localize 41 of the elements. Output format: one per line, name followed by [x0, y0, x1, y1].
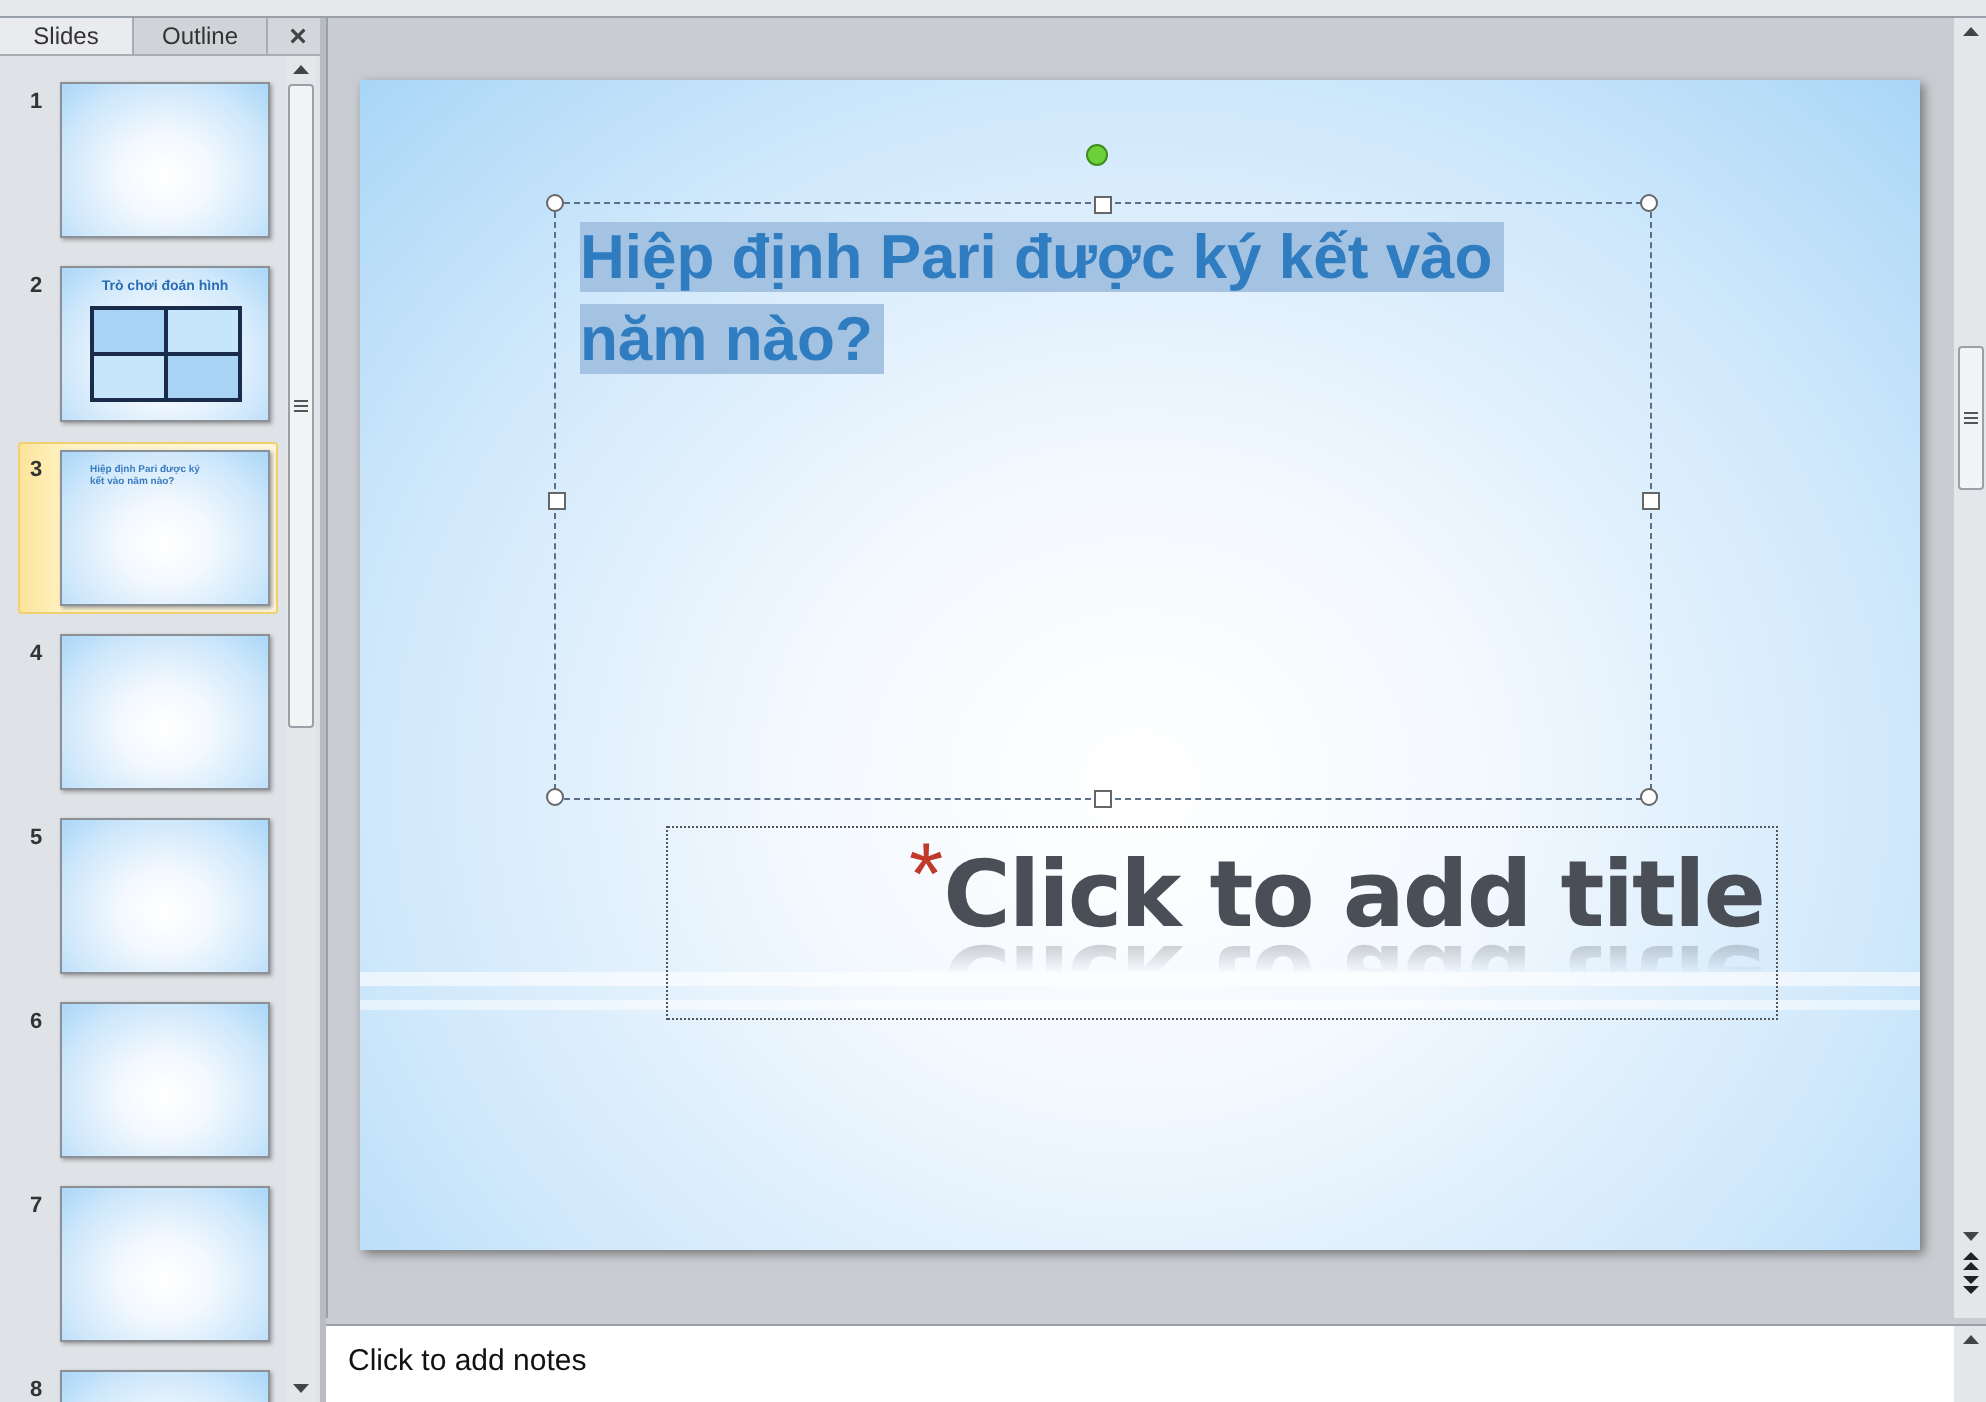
slide-number: 4 — [30, 642, 44, 666]
slide-thumbnail[interactable] — [60, 1186, 270, 1342]
resize-handle[interactable] — [1640, 788, 1658, 806]
resize-handle[interactable] — [1094, 790, 1112, 808]
grip-icon — [1963, 412, 1977, 424]
resize-handle[interactable] — [548, 492, 566, 510]
scrollbar[interactable] — [286, 56, 316, 1402]
slide-number: 6 — [30, 1010, 44, 1034]
notes-placeholder: Click to add notes — [346, 1342, 589, 1382]
slide-list-item[interactable]: 1 — [18, 74, 278, 246]
resize-handle[interactable] — [546, 788, 564, 806]
title-text: Click to add title — [943, 840, 1764, 948]
slide-thumbnail[interactable] — [60, 634, 270, 790]
slide-list-item[interactable]: 6 — [18, 994, 278, 1166]
slide-thumbnail[interactable] — [60, 818, 270, 974]
slide-thumbnail[interactable] — [60, 82, 270, 238]
animation-mark: * — [908, 832, 944, 920]
resize-handle[interactable] — [1642, 492, 1660, 510]
grip-icon — [294, 400, 308, 412]
previous-slide-icon[interactable] — [1961, 1250, 1979, 1274]
slide-number: 3 — [30, 458, 44, 482]
slide-list-item[interactable]: 8 — [18, 1362, 278, 1402]
slide-list-item[interactable]: 4 — [18, 626, 278, 798]
scrollbar[interactable] — [1954, 18, 1986, 1318]
resize-handle[interactable] — [1094, 196, 1112, 214]
close-button[interactable]: × — [276, 18, 320, 54]
slide-number: 8 — [30, 1378, 44, 1402]
notes-pane[interactable]: Click to add notes — [326, 1324, 1986, 1402]
slide-list-item[interactable]: 5 — [18, 810, 278, 982]
title-placeholder[interactable]: *Click to add title — [666, 826, 1778, 1020]
slide-number: 7 — [30, 1194, 44, 1218]
slide-number: 5 — [30, 826, 44, 850]
resize-handle[interactable] — [546, 194, 564, 212]
resize-handle[interactable] — [1640, 194, 1658, 212]
slide-number: 1 — [30, 90, 44, 114]
slide-list-item[interactable]: 7 — [18, 1178, 278, 1350]
slide-number: 2 — [30, 274, 44, 298]
panel-tab[interactable]: Slides — [0, 18, 134, 54]
next-slide-icon[interactable] — [1961, 1274, 1979, 1298]
rotate-handle[interactable] — [1086, 144, 1108, 166]
slide-thumbnail[interactable] — [60, 1002, 270, 1158]
